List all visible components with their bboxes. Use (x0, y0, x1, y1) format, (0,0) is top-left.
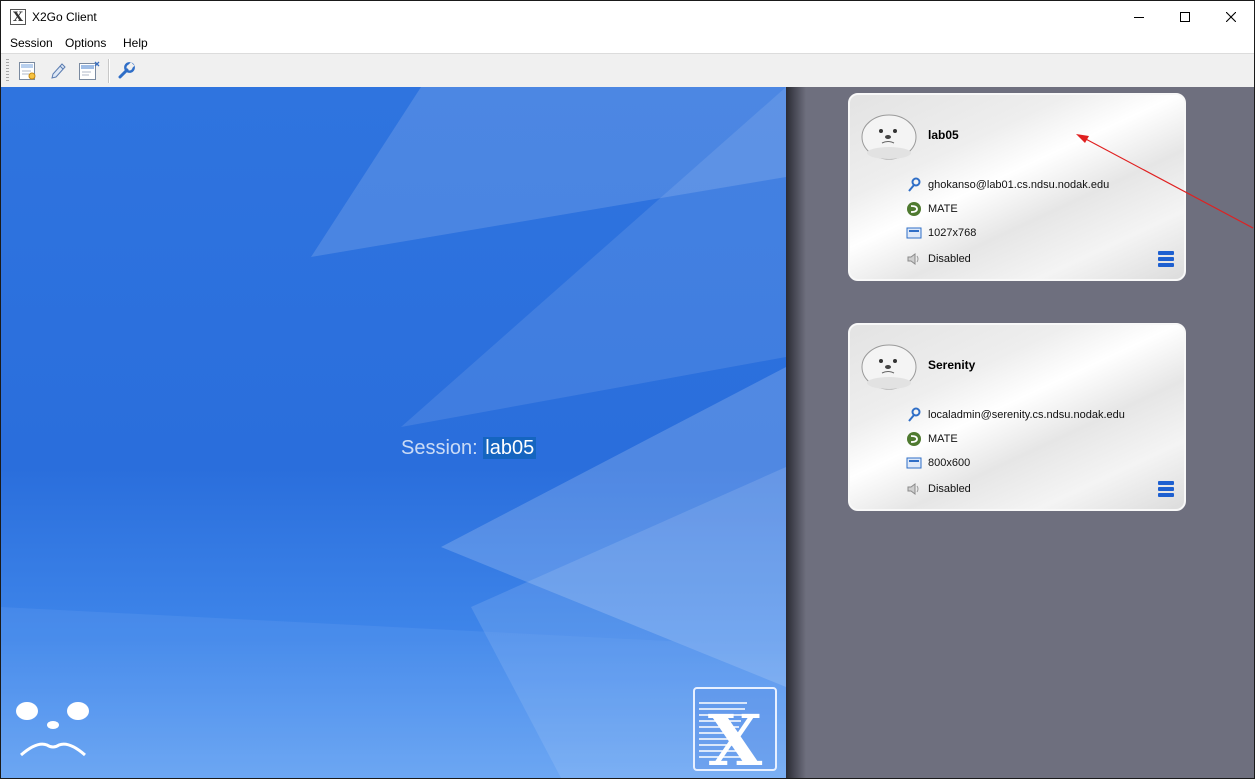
session-menu-button[interactable] (1158, 251, 1174, 267)
session-preview-pane: Session: lab05 X (1, 87, 786, 778)
menu-bar-icon (1158, 263, 1174, 267)
maximize-button[interactable] (1162, 1, 1208, 32)
session-desktop: MATE (928, 203, 958, 215)
session-prefix: Session: (401, 437, 478, 459)
session-sound-row: Disabled (906, 250, 971, 268)
x2go-window: X X2Go Client Session Options Help Sessi… (0, 0, 1255, 779)
close-icon (1226, 11, 1236, 22)
session-resolution: 800x600 (928, 457, 971, 469)
minimize-icon (1134, 16, 1144, 18)
session-card-name: lab05 (928, 128, 959, 142)
new-session-icon (19, 62, 36, 80)
menu-session[interactable]: Session (10, 36, 53, 50)
session-desktop-row: MATE (906, 430, 958, 448)
background-rays (1, 87, 786, 778)
menu-bar-icon (1158, 257, 1174, 261)
seal-avatar-icon (861, 344, 917, 390)
session-resolution: 1027x768 (928, 227, 977, 239)
session-card[interactable]: Serenity localadmin@serenity.cs.ndsu.nod… (848, 323, 1186, 511)
menu-bar-icon (1158, 481, 1174, 485)
toolbar (1, 53, 1254, 87)
x2go-x-logo: X (693, 687, 777, 771)
close-button[interactable] (1208, 1, 1254, 32)
key-icon (906, 177, 922, 193)
menu-bar-icon (1158, 251, 1174, 255)
session-menu-button[interactable] (1158, 481, 1174, 497)
session-resolution-row: 1027x768 (906, 224, 976, 242)
x-logo-graphic: X (699, 699, 763, 769)
new-session-button[interactable] (15, 59, 39, 83)
session-server: localadmin@serenity.cs.ndsu.nodak.edu (928, 409, 1125, 421)
session-card-name: Serenity (928, 358, 976, 372)
session-management-button[interactable] (77, 59, 101, 83)
session-sound: Disabled (928, 253, 971, 265)
session-label: Session: lab05 (401, 437, 537, 460)
maximize-icon (1180, 11, 1190, 22)
session-name-highlight: lab05 (483, 437, 537, 459)
edit-session-button[interactable] (46, 59, 70, 83)
session-desktop-row: MATE (906, 200, 958, 218)
session-sound: Disabled (928, 483, 971, 495)
key-icon (906, 407, 922, 423)
mate-desktop-icon (906, 431, 922, 447)
svg-text:X: X (708, 699, 763, 769)
toolbar-separator (108, 59, 110, 83)
session-card[interactable]: lab05 ghokanso@lab01.cs.ndsu.nodak.edu M… (848, 93, 1186, 281)
menu-bar-icon (1158, 493, 1174, 497)
title-bar: X X2Go Client (1, 1, 1254, 32)
edit-session-icon (51, 63, 66, 79)
menu-help[interactable]: Help (123, 36, 148, 50)
menu-options[interactable]: Options (65, 36, 106, 50)
session-management-icon (79, 61, 100, 80)
menu-bar-icon (1158, 487, 1174, 491)
session-list-pane: lab05 ghokanso@lab01.cs.ndsu.nodak.edu M… (786, 87, 1254, 778)
x2go-app-icon: X (10, 9, 26, 25)
settings-wrench-icon (118, 62, 135, 79)
session-resolution-row: 800x600 (906, 454, 970, 472)
minimize-button[interactable] (1116, 1, 1162, 32)
window-title: X2Go Client (32, 10, 97, 24)
session-desktop: MATE (928, 433, 958, 445)
display-icon (906, 225, 922, 241)
seal-avatar-icon (861, 114, 917, 160)
menu-bar: Session Options Help (1, 32, 1254, 53)
settings-button[interactable] (114, 59, 138, 83)
session-server-row: ghokanso@lab01.cs.ndsu.nodak.edu (906, 176, 1109, 194)
session-sound-row: Disabled (906, 480, 971, 498)
session-server: ghokanso@lab01.cs.ndsu.nodak.edu (928, 179, 1110, 191)
session-server-row: localadmin@serenity.cs.ndsu.nodak.edu (906, 406, 1125, 424)
toolbar-grip[interactable] (6, 59, 9, 83)
x2go-seal-logo (16, 702, 89, 757)
speaker-muted-icon (906, 481, 922, 497)
mate-desktop-icon (906, 201, 922, 217)
display-icon (906, 455, 922, 471)
speaker-muted-icon (906, 251, 922, 267)
